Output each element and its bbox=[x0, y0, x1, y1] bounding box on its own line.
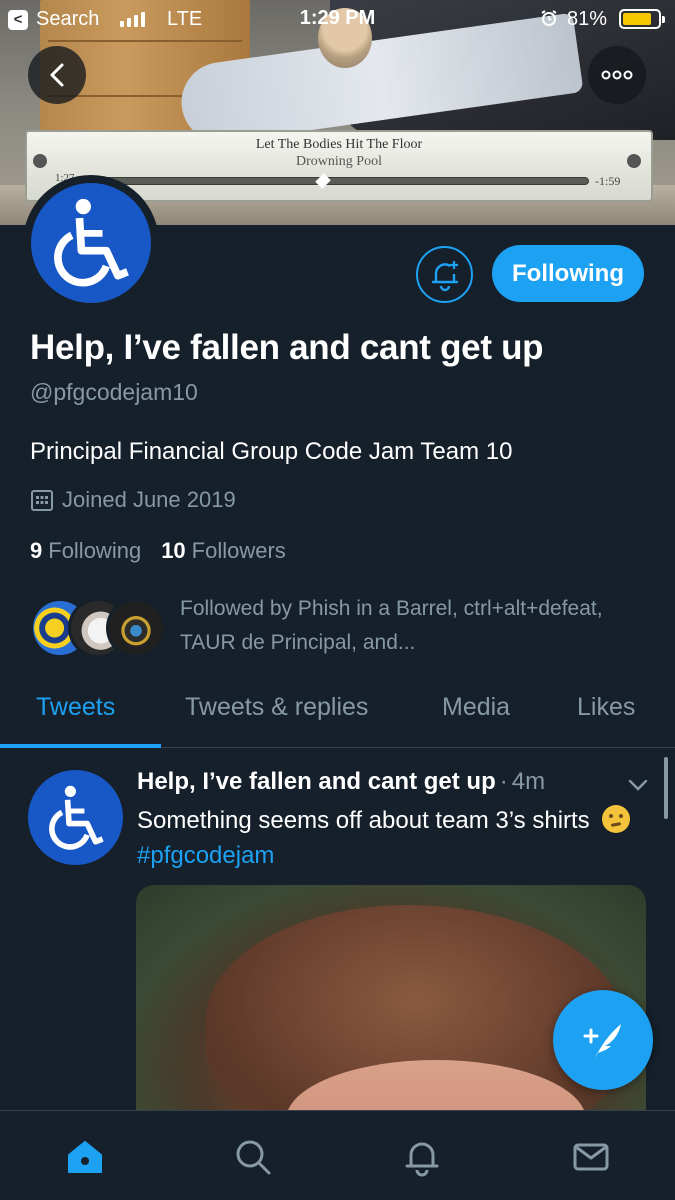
nav-home[interactable] bbox=[63, 1135, 107, 1179]
bottom-navigation bbox=[0, 1110, 675, 1200]
wheelchair-icon bbox=[48, 785, 104, 850]
follow-counts: 9 Following 10 Followers bbox=[30, 538, 286, 564]
joined-date: Joined June 2019 bbox=[62, 487, 236, 512]
followers-label: Followers bbox=[191, 538, 286, 563]
tweet-author-avatar[interactable] bbox=[28, 770, 123, 865]
alarm-icon bbox=[540, 9, 558, 32]
home-icon bbox=[68, 1141, 102, 1173]
player-song-title: Let The Bodies Hit The Floor bbox=[255, 137, 423, 152]
profile-avatar[interactable] bbox=[23, 175, 159, 311]
tweet-header: Help, I’ve fallen and cant get up · 4m bbox=[137, 768, 545, 796]
player-remaining: -1:59 bbox=[595, 174, 621, 188]
tweet-menu-button[interactable] bbox=[627, 778, 649, 797]
player-artist: Drowning Pool bbox=[296, 154, 382, 169]
profile-tabs: Tweets Tweets & replies Media Likes bbox=[0, 680, 675, 748]
notification-bell-button[interactable] bbox=[416, 246, 473, 303]
following-label: Following bbox=[48, 538, 142, 563]
player-right-icon bbox=[627, 154, 641, 168]
nav-messages[interactable] bbox=[569, 1135, 613, 1179]
followed-by-avatars[interactable] bbox=[30, 598, 166, 658]
more-options-icon bbox=[601, 70, 633, 80]
tweet-separator: · bbox=[499, 768, 508, 795]
player-left-icon bbox=[33, 154, 47, 168]
battery-percentage: 81% bbox=[567, 8, 608, 30]
tweet-body: Something seems off about team 3’s shirt… bbox=[137, 803, 637, 873]
following-count: 9 bbox=[30, 538, 43, 563]
following-button[interactable]: Following bbox=[492, 245, 644, 302]
chevron-left-icon bbox=[50, 63, 64, 87]
back-button[interactable] bbox=[28, 46, 86, 104]
tab-tweets[interactable]: Tweets bbox=[36, 693, 115, 722]
player-progress-knob bbox=[315, 173, 331, 189]
follower-avatar-bike bbox=[106, 598, 166, 658]
profile-display-name: Help, I’ve fallen and cant get up bbox=[30, 328, 544, 367]
tweet-time[interactable]: 4m bbox=[512, 768, 545, 795]
profile-handle: @pfgcodejam10 bbox=[30, 379, 198, 405]
compose-tweet-button[interactable] bbox=[553, 990, 653, 1090]
battery-fill bbox=[623, 13, 651, 25]
nav-notifications[interactable] bbox=[400, 1135, 444, 1179]
status-bar: < Search LTE 1:29 PM 81% bbox=[0, 0, 675, 36]
followers-count: 10 bbox=[161, 538, 186, 563]
active-tab-indicator bbox=[0, 744, 161, 748]
scroll-indicator bbox=[664, 757, 668, 819]
profile-joined: Joined June 2019 bbox=[30, 487, 236, 513]
notifications-icon bbox=[405, 1142, 439, 1177]
mail-icon bbox=[573, 1143, 609, 1171]
tweet-media-image[interactable] bbox=[136, 885, 646, 1115]
battery-icon bbox=[619, 9, 665, 29]
tweet-text: Something seems off about team 3’s shirt… bbox=[137, 807, 590, 834]
following-count-link[interactable]: 9 Following bbox=[30, 538, 141, 564]
tab-tweets-and-replies[interactable]: Tweets & replies bbox=[185, 693, 368, 722]
thinking-face-emoji-icon bbox=[602, 805, 631, 833]
compose-tweet-icon bbox=[583, 1024, 621, 1058]
followers-count-link[interactable]: 10 Followers bbox=[161, 538, 286, 564]
notification-bell-plus-icon bbox=[431, 260, 458, 291]
wheelchair-icon bbox=[54, 198, 129, 287]
more-options-button[interactable] bbox=[588, 46, 646, 104]
search-icon bbox=[236, 1140, 271, 1175]
followed-by-text[interactable]: Followed by Phish in a Barrel, ctrl+alt+… bbox=[180, 592, 650, 660]
nav-search[interactable] bbox=[231, 1135, 275, 1179]
tab-likes[interactable]: Likes bbox=[577, 693, 635, 722]
tweet-author-name[interactable]: Help, I’ve fallen and cant get up bbox=[137, 768, 496, 795]
tab-media[interactable]: Media bbox=[442, 693, 510, 722]
chevron-down-icon bbox=[628, 779, 648, 791]
profile-bio: Principal Financial Group Code Jam Team … bbox=[30, 438, 513, 465]
player-progress-track bbox=[77, 173, 589, 189]
calendar-icon bbox=[31, 490, 53, 511]
tweet-hashtag[interactable]: #pfgcodejam bbox=[137, 842, 274, 869]
